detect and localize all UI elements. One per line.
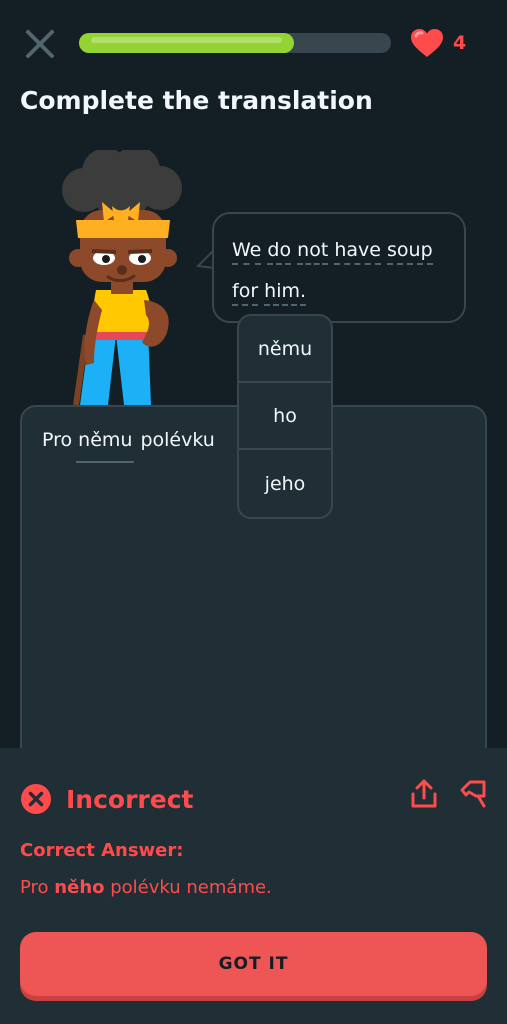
speech-word[interactable]: have — [334, 239, 381, 265]
hint-option[interactable]: němu — [239, 316, 331, 383]
close-icon[interactable] — [22, 26, 58, 62]
hearts-counter[interactable]: 4 — [409, 26, 466, 60]
speech-line-2: for him. — [232, 271, 446, 312]
sentence-word-rest: polévku — [140, 429, 215, 451]
correct-answer-label: Correct Answer: — [20, 840, 184, 861]
top-bar: 4 — [0, 0, 507, 90]
sentence-word-start: Pro — [42, 429, 73, 451]
progress-shine — [91, 37, 283, 43]
correct-answer-after: polévku nemáme. — [110, 877, 272, 898]
correct-answer-highlight: něho — [54, 877, 105, 898]
feedback-status: Incorrect — [66, 784, 194, 814]
heart-icon — [411, 29, 443, 57]
share-icon[interactable] — [410, 778, 438, 810]
speech-line-1: We do not have soup — [232, 230, 446, 271]
speech-word[interactable]: not — [297, 239, 329, 265]
character-illustration — [62, 150, 182, 406]
correct-answer-before: Pro — [20, 877, 49, 898]
report-flag-icon[interactable] — [458, 778, 488, 810]
lesson-progress-bar — [79, 33, 391, 53]
translation-sentence: Pro němu polévku — [42, 429, 215, 463]
hint-option[interactable]: ho — [239, 383, 331, 450]
progress-fill — [79, 33, 295, 53]
feedback-panel: Incorrect Correct Answer: Pro něho polév… — [0, 748, 507, 1024]
got-it-button[interactable]: GOT IT — [20, 932, 487, 996]
hint-option[interactable]: jeho — [239, 450, 331, 517]
speech-bubble: We do not have soup for him. — [212, 212, 466, 323]
word-hint-popup: němu ho jeho — [237, 314, 333, 519]
feedback-header: Incorrect — [20, 783, 193, 815]
speech-word[interactable]: do — [267, 239, 292, 265]
speech-word[interactable]: soup — [387, 239, 433, 265]
speech-word[interactable]: him. — [264, 280, 307, 306]
incorrect-icon — [21, 784, 51, 814]
answer-blank[interactable]: němu — [76, 429, 135, 463]
hearts-count: 4 — [453, 32, 467, 54]
speech-word[interactable]: We — [232, 239, 262, 265]
correct-answer-text: Pro něho polévku nemáme. — [20, 877, 272, 898]
speech-word[interactable]: for — [232, 280, 259, 306]
exercise-title: Complete the translation — [20, 86, 373, 115]
